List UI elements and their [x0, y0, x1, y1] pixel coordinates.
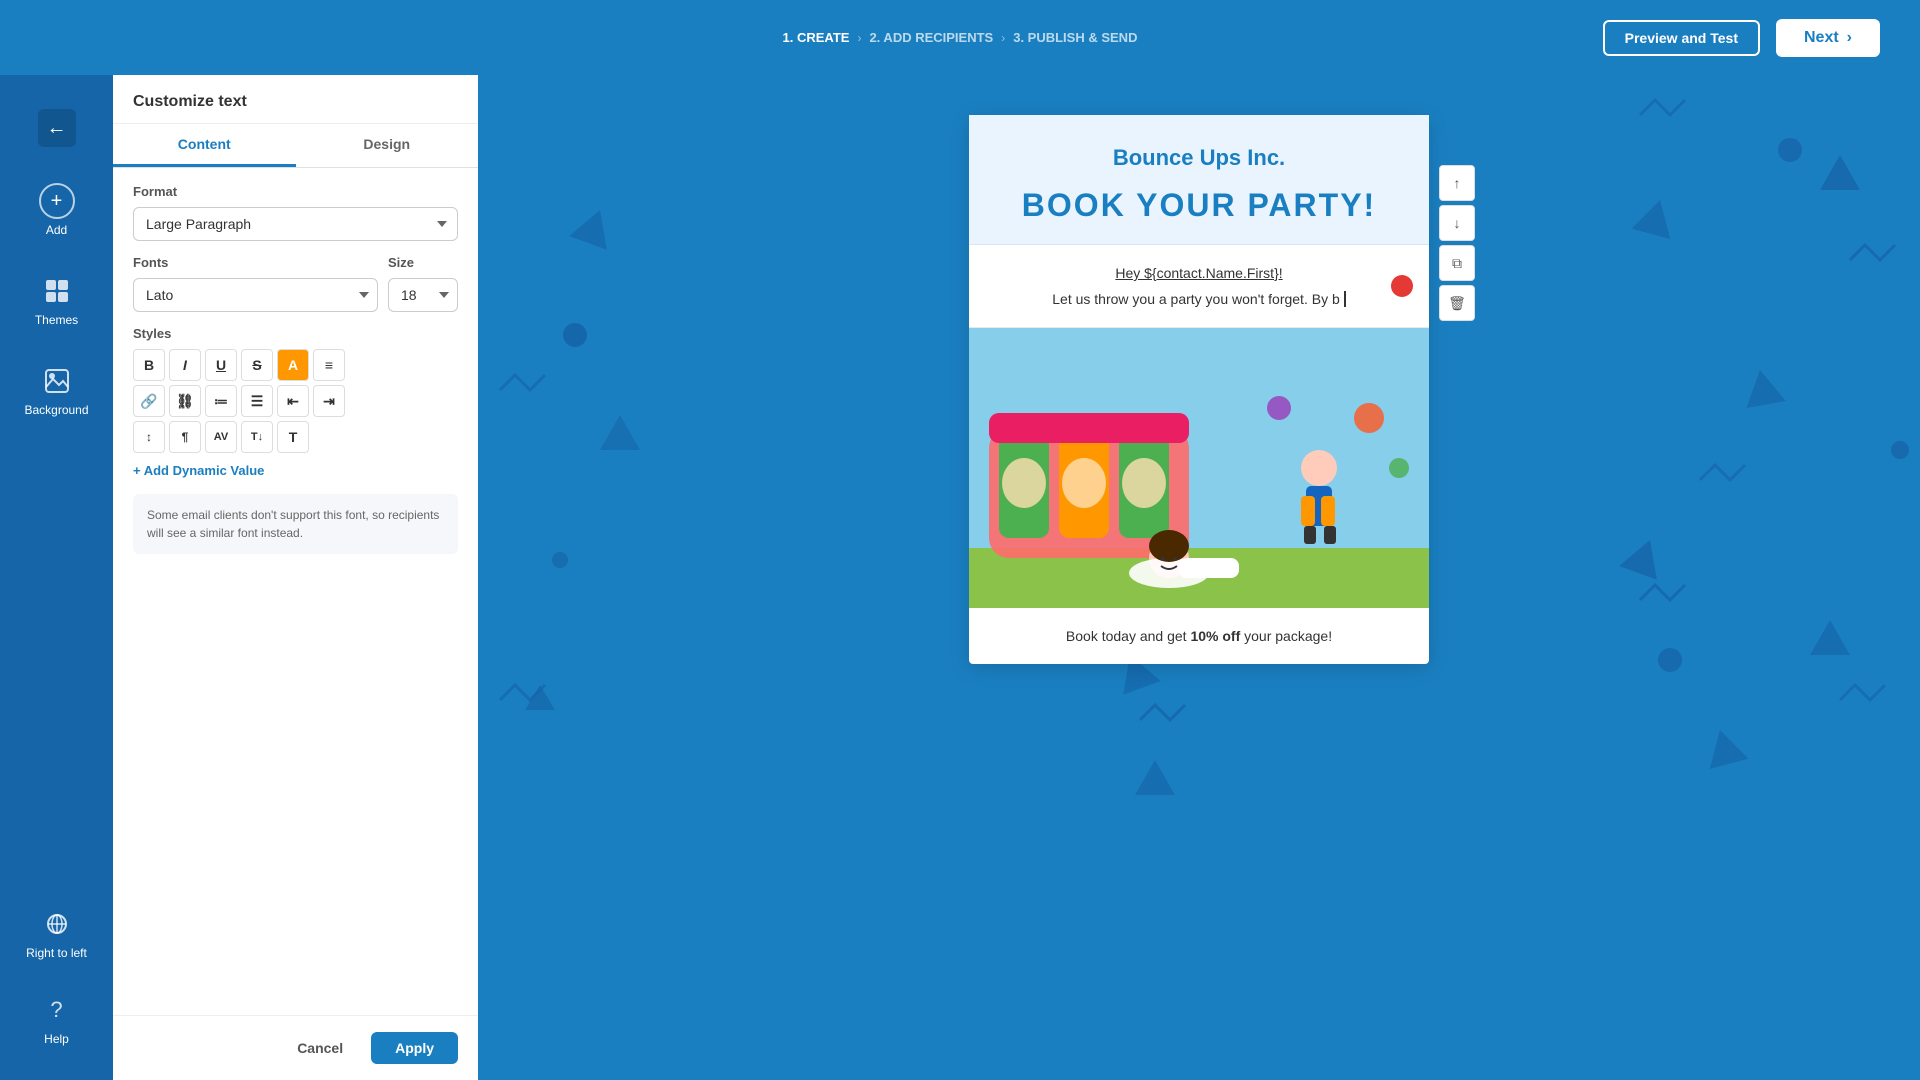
bold-button[interactable]: B: [133, 349, 165, 381]
help-icon: ?: [39, 992, 75, 1028]
text-cursor: [1344, 291, 1346, 307]
footer-text-end: your package!: [1244, 628, 1332, 644]
top-bar: 1. CREATE › 2. ADD RECIPIENTS › 3. PUBLI…: [0, 0, 1920, 75]
italic-button[interactable]: I: [169, 349, 201, 381]
link-button[interactable]: 🔗: [133, 385, 165, 417]
sidebar-item-rtl[interactable]: Right to left: [0, 892, 113, 974]
next-arrow-icon: ›: [1847, 29, 1852, 47]
back-button[interactable]: ←: [0, 95, 113, 161]
themes-icon: [39, 273, 75, 309]
side-toolbar: ↑ ↓ ⧉ 🗑: [1439, 165, 1475, 321]
unlink-button[interactable]: ⛓: [169, 385, 201, 417]
align-button[interactable]: ≡: [313, 349, 345, 381]
email-header: Bounce Ups Inc. BOOK YOUR PARTY!: [969, 115, 1429, 245]
styles-toolbar: B I U S A ≡ 🔗 ⛓ ≔ ☰ ⇤ ⇥ ↕ ¶ AV T↓ T: [133, 349, 458, 453]
step-recipients: 2. ADD RECIPIENTS: [869, 30, 993, 45]
customize-panel: Customize text Content Design Format Lar…: [113, 75, 478, 1080]
sidebar-add-label: Add: [46, 223, 67, 237]
top-bar-actions: Preview and Test Next ›: [1603, 19, 1880, 57]
indent-right-button[interactable]: ⇥: [313, 385, 345, 417]
sidebar-background-label: Background: [24, 403, 88, 417]
body-text: Let us throw you a party you won't forge…: [1052, 291, 1340, 307]
greeting-underlined: Hey ${contact.Name.First}!: [1115, 265, 1282, 281]
tab-content[interactable]: Content: [113, 124, 296, 167]
fonts-label: Fonts: [133, 255, 378, 270]
styles-label: Styles: [133, 326, 458, 341]
size-section: Size 18 12 14 16 20 24: [388, 255, 458, 312]
rtl-icon: [39, 906, 75, 942]
add-dynamic-label: + Add Dynamic Value: [133, 463, 264, 478]
email-body[interactable]: Hey ${contact.Name.First}! Let us throw …: [969, 245, 1429, 328]
footer-discount: 10% off: [1190, 628, 1240, 644]
email-body-line: Let us throw you a party you won't forge…: [999, 291, 1399, 307]
edit-indicator: [1391, 275, 1413, 297]
panel-tabs: Content Design: [113, 124, 478, 168]
size-select[interactable]: 18 12 14 16 20 24: [388, 278, 458, 312]
size-label: Size: [388, 255, 458, 270]
duplicate-button[interactable]: ⧉: [1439, 245, 1475, 281]
sidebar-item-add[interactable]: + Add: [0, 169, 113, 251]
line-height-button[interactable]: ↕: [133, 421, 165, 453]
panel-body: Format Large Paragraph Small Paragraph H…: [113, 168, 478, 1015]
add-dynamic-value[interactable]: + Add Dynamic Value: [133, 463, 458, 478]
font-select[interactable]: Lato Arial Times New Roman: [133, 278, 378, 312]
email-image: [969, 328, 1429, 608]
font-notice-text: Some email clients don't support this fo…: [147, 508, 439, 540]
move-up-button[interactable]: ↑: [1439, 165, 1475, 201]
delete-button[interactable]: 🗑: [1439, 285, 1475, 321]
subscript-button[interactable]: T↓: [241, 421, 273, 453]
font-notice: Some email clients don't support this fo…: [133, 494, 458, 554]
superscript-button[interactable]: AV: [205, 421, 237, 453]
background-icon: [39, 363, 75, 399]
next-label: Next: [1804, 29, 1839, 47]
panel-title: Customize text: [113, 75, 478, 124]
underline-button[interactable]: U: [205, 349, 237, 381]
ordered-list-button[interactable]: ≔: [205, 385, 237, 417]
add-icon: +: [39, 183, 75, 219]
sidebar-help-label: Help: [44, 1032, 69, 1046]
step-chevron-2: ›: [1001, 31, 1005, 45]
text-direction-button[interactable]: ¶: [169, 421, 201, 453]
company-name: Bounce Ups Inc.: [989, 145, 1409, 171]
canvas-area: ↑ ↓ ⧉ 🗑 Bounce Ups Inc. BOOK YOUR PARTY!…: [478, 75, 1920, 1080]
preview-test-button[interactable]: Preview and Test: [1603, 20, 1760, 56]
cancel-button[interactable]: Cancel: [281, 1032, 359, 1064]
sidebar-item-background[interactable]: Background: [0, 349, 113, 431]
strikethrough-button[interactable]: S: [241, 349, 273, 381]
styles-row-2: 🔗 ⛓ ≔ ☰ ⇤ ⇥: [133, 385, 458, 417]
step-create: 1. CREATE: [783, 30, 850, 45]
panel-footer: Cancel Apply: [113, 1015, 478, 1080]
styles-row-1: B I U S A ≡: [133, 349, 458, 381]
back-arrow-icon: ←: [38, 109, 76, 147]
sidebar-themes-label: Themes: [35, 313, 78, 327]
format-label: Format: [133, 184, 458, 199]
sidebar-item-themes[interactable]: Themes: [0, 259, 113, 341]
clear-button[interactable]: T: [277, 421, 309, 453]
unordered-list-button[interactable]: ☰: [241, 385, 273, 417]
tab-design[interactable]: Design: [296, 124, 479, 167]
indent-left-button[interactable]: ⇤: [277, 385, 309, 417]
move-down-button[interactable]: ↓: [1439, 205, 1475, 241]
sidebar-item-help[interactable]: ? Help: [0, 978, 113, 1060]
next-button[interactable]: Next ›: [1776, 19, 1880, 57]
styles-row-3: ↕ ¶ AV T↓ T: [133, 421, 458, 453]
apply-button[interactable]: Apply: [371, 1032, 458, 1064]
email-headline: BOOK YOUR PARTY!: [989, 187, 1409, 224]
step-publish: 3. PUBLISH & SEND: [1013, 30, 1137, 45]
highlight-button[interactable]: A: [277, 349, 309, 381]
format-select[interactable]: Large Paragraph Small Paragraph Heading …: [133, 207, 458, 241]
left-sidebar: ← + Add Themes Background: [0, 75, 113, 1080]
sidebar-rtl-label: Right to left: [26, 946, 87, 960]
step-chevron-1: ›: [857, 31, 861, 45]
footer-text-start: Book today and get: [1066, 628, 1191, 644]
email-greeting: Hey ${contact.Name.First}!: [999, 265, 1399, 281]
workflow-steps: 1. CREATE › 2. ADD RECIPIENTS › 3. PUBLI…: [783, 30, 1138, 45]
email-footer: Book today and get 10% off your package!: [969, 608, 1429, 664]
fonts-section: Fonts Lato Arial Times New Roman: [133, 255, 378, 312]
email-card: ↑ ↓ ⧉ 🗑 Bounce Ups Inc. BOOK YOUR PARTY!…: [969, 115, 1429, 664]
